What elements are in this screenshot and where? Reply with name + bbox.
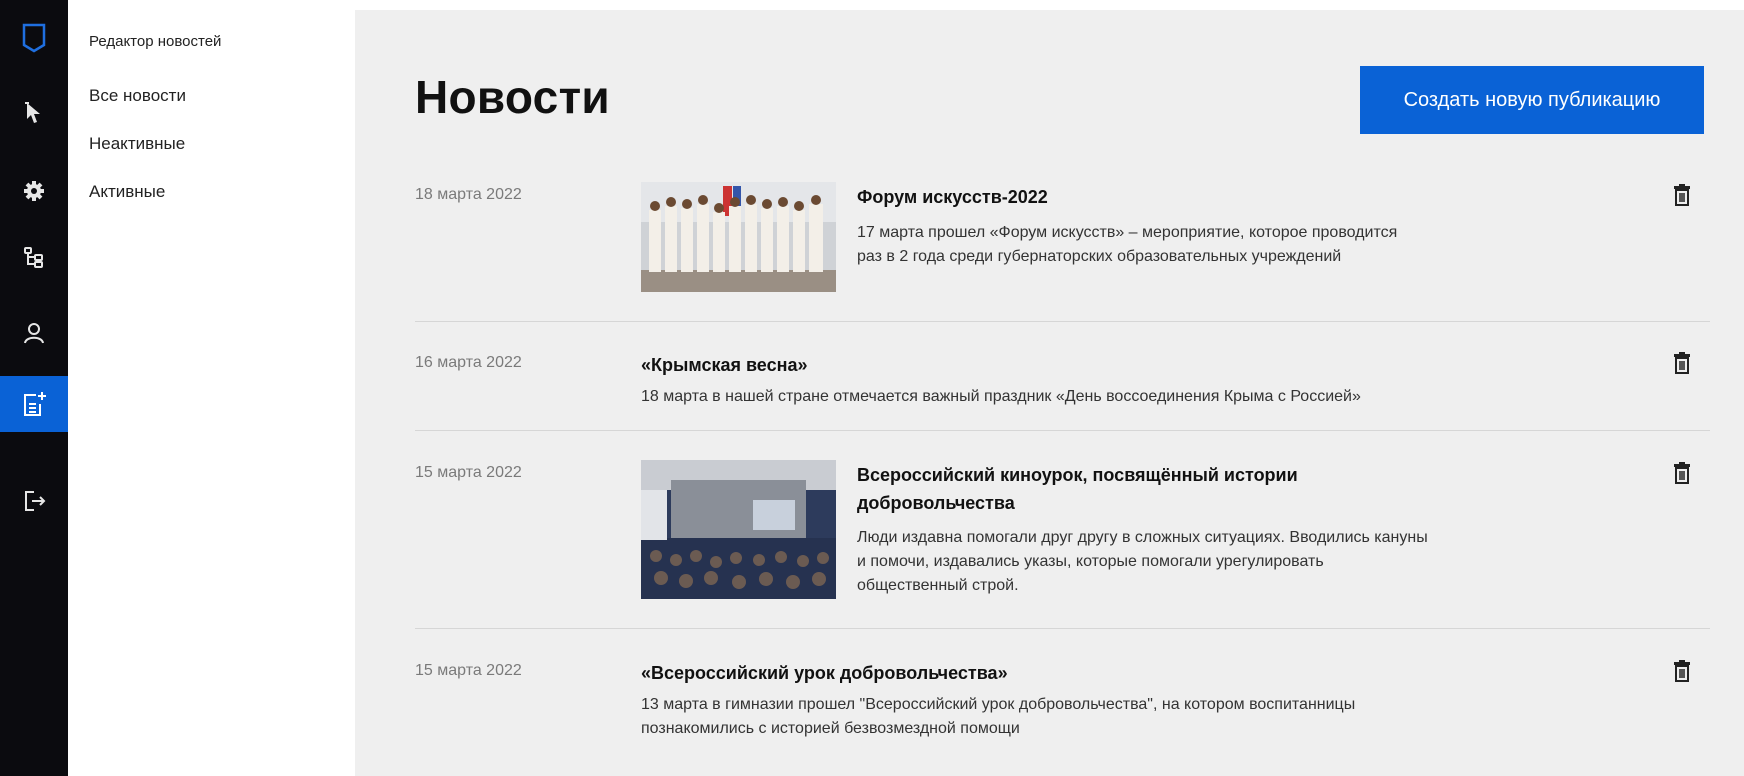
news-description: 13 марта в гимназии прошел "Всероссийски… — [641, 696, 1356, 737]
cursor-icon[interactable] — [0, 86, 68, 142]
icon-rail — [0, 0, 68, 776]
news-row[interactable]: 16 марта 2022 «Крымская весна» 18 марта … — [415, 322, 1710, 431]
news-title[interactable]: «Крымская весна» — [641, 351, 1521, 379]
news-date: 15 марта 2022 — [415, 464, 522, 481]
main-content: Новости Создать новую публикацию 18 март… — [355, 10, 1744, 776]
news-editor-sidebar: Редактор новостей Все новости Неактивные… — [68, 0, 355, 776]
create-news-icon[interactable] — [0, 376, 68, 432]
sidebar-item-all-news[interactable]: Все новости — [89, 86, 186, 106]
news-description: Люди издавна помогали друг другу в сложн… — [857, 529, 1428, 594]
news-date: 16 марта 2022 — [415, 354, 522, 371]
news-title[interactable]: «Всероссийский урок добровольчества» — [641, 659, 1521, 687]
news-date: 15 марта 2022 — [415, 662, 522, 679]
sidebar-item-active[interactable]: Активные — [89, 182, 165, 202]
sidebar-title: Редактор новостей — [89, 33, 222, 50]
structure-tree-icon[interactable] — [0, 229, 68, 285]
delete-icon[interactable] — [1674, 184, 1690, 211]
news-row[interactable]: 15 марта 2022 Всероссийский киноурок, по… — [415, 431, 1710, 629]
logout-icon[interactable] — [0, 473, 68, 529]
page-title: Новости — [415, 71, 610, 123]
news-date: 18 марта 2022 — [415, 186, 522, 203]
news-title[interactable]: Форум искусств-2022 — [857, 183, 1497, 211]
news-description: 18 марта в нашей стране отмечается важны… — [641, 388, 1361, 405]
create-publication-button[interactable]: Создать новую публикацию — [1360, 66, 1704, 134]
settings-gear-icon[interactable] — [0, 163, 68, 219]
delete-icon[interactable] — [1674, 660, 1690, 687]
news-row[interactable]: 18 марта 2022 Форум искусств-2022 17 мар… — [415, 154, 1710, 322]
news-description: 17 марта прошел «Форум искусств» – мероп… — [857, 224, 1398, 265]
logo-icon[interactable] — [0, 10, 68, 66]
news-thumbnail — [641, 182, 836, 292]
user-icon[interactable] — [0, 305, 68, 361]
news-thumbnail — [641, 460, 836, 599]
news-row[interactable]: 15 марта 2022 «Всероссийский урок добров… — [415, 629, 1710, 776]
delete-icon[interactable] — [1674, 462, 1690, 489]
delete-icon[interactable] — [1674, 352, 1690, 379]
sidebar-item-inactive[interactable]: Неактивные — [89, 134, 185, 154]
news-title[interactable]: Всероссийский киноурок, посвящённый исто… — [857, 461, 1377, 517]
